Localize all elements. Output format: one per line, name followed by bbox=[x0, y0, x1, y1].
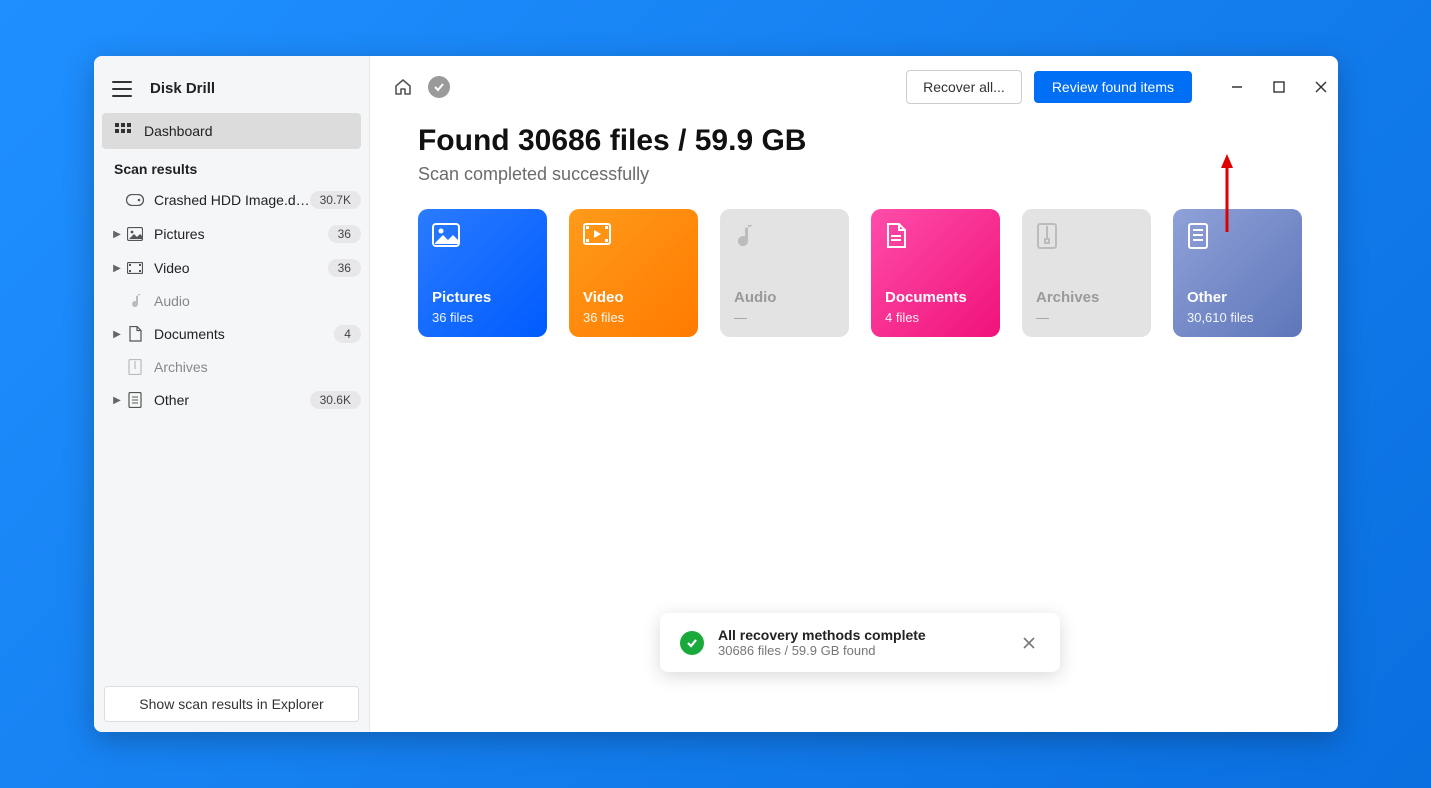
home-icon[interactable] bbox=[390, 74, 416, 100]
check-icon bbox=[680, 631, 704, 655]
app-title: Disk Drill bbox=[150, 80, 215, 97]
sidebar-disk-label: Crashed HDD Image.d… bbox=[154, 192, 310, 208]
show-in-explorer-button[interactable]: Show scan results in Explorer bbox=[104, 686, 359, 722]
dashboard-icon bbox=[114, 122, 132, 140]
sidebar-item-video[interactable]: ▶ Video 36 bbox=[94, 251, 369, 285]
sidebar-item-archives[interactable]: Archives bbox=[94, 351, 369, 383]
category-cards: Pictures 36 files Video 36 files bbox=[418, 209, 1302, 337]
card-pictures[interactable]: Pictures 36 files bbox=[418, 209, 547, 337]
disk-icon bbox=[124, 194, 146, 206]
picture-icon bbox=[432, 223, 533, 247]
card-video[interactable]: Video 36 files bbox=[569, 209, 698, 337]
card-archives: Archives — bbox=[1022, 209, 1151, 337]
archive-icon bbox=[1036, 223, 1137, 249]
sidebar-item-other[interactable]: ▶ Other 30.6K bbox=[94, 383, 369, 417]
card-audio: Audio — bbox=[720, 209, 849, 337]
archive-icon bbox=[124, 359, 146, 375]
toast-sub: 30686 files / 59.9 GB found bbox=[718, 643, 1018, 658]
sidebar-disk[interactable]: Crashed HDD Image.d… 30.7K bbox=[94, 183, 369, 217]
picture-icon bbox=[124, 227, 146, 241]
menu-icon[interactable] bbox=[112, 81, 132, 97]
other-icon bbox=[124, 392, 146, 408]
video-icon bbox=[124, 262, 146, 274]
video-icon bbox=[583, 223, 684, 245]
content: Found 30686 files / 59.9 GB Scan complet… bbox=[370, 118, 1338, 343]
document-icon bbox=[885, 223, 986, 249]
audio-icon bbox=[734, 223, 835, 249]
nav-dashboard[interactable]: Dashboard bbox=[102, 113, 361, 149]
card-documents[interactable]: Documents 4 files bbox=[871, 209, 1000, 337]
annotation-arrow bbox=[1219, 154, 1235, 234]
status-check-icon bbox=[428, 76, 450, 98]
audio-icon bbox=[124, 293, 146, 309]
recover-all-button[interactable]: Recover all... bbox=[906, 70, 1022, 104]
app-window: Disk Drill Dashboard Scan results Crashe… bbox=[94, 56, 1338, 732]
sidebar-header: Disk Drill bbox=[94, 70, 369, 111]
chevron-right-icon: ▶ bbox=[110, 229, 124, 240]
other-icon bbox=[1187, 223, 1288, 249]
document-icon bbox=[124, 326, 146, 342]
scan-results-heading: Scan results bbox=[94, 151, 369, 183]
sidebar-disk-badge: 30.7K bbox=[310, 191, 361, 209]
maximize-icon[interactable] bbox=[1270, 78, 1288, 96]
sidebar-item-pictures[interactable]: ▶ Pictures 36 bbox=[94, 217, 369, 251]
chevron-right-icon: ▶ bbox=[110, 395, 124, 406]
sidebar-item-documents[interactable]: ▶ Documents 4 bbox=[94, 317, 369, 351]
minimize-icon[interactable] bbox=[1228, 78, 1246, 96]
chevron-right-icon: ▶ bbox=[110, 329, 124, 340]
review-found-items-button[interactable]: Review found items bbox=[1034, 71, 1192, 103]
headline-subtitle: Scan completed successfully bbox=[418, 164, 1302, 185]
headline-title: Found 30686 files / 59.9 GB bbox=[418, 124, 1302, 158]
window-controls bbox=[1228, 78, 1330, 96]
close-icon[interactable] bbox=[1312, 78, 1330, 96]
topbar: Recover all... Review found items bbox=[370, 56, 1338, 118]
nav-dashboard-label: Dashboard bbox=[144, 123, 213, 139]
sidebar-item-audio[interactable]: Audio bbox=[94, 285, 369, 317]
toast-close-icon[interactable] bbox=[1018, 632, 1040, 654]
chevron-right-icon: ▶ bbox=[110, 263, 124, 274]
main-panel: Recover all... Review found items Found … bbox=[370, 56, 1338, 732]
sidebar: Disk Drill Dashboard Scan results Crashe… bbox=[94, 56, 370, 732]
card-other[interactable]: Other 30,610 files bbox=[1173, 209, 1302, 337]
toast-recovery-complete: All recovery methods complete 30686 file… bbox=[660, 613, 1060, 672]
toast-title: All recovery methods complete bbox=[718, 627, 1018, 643]
